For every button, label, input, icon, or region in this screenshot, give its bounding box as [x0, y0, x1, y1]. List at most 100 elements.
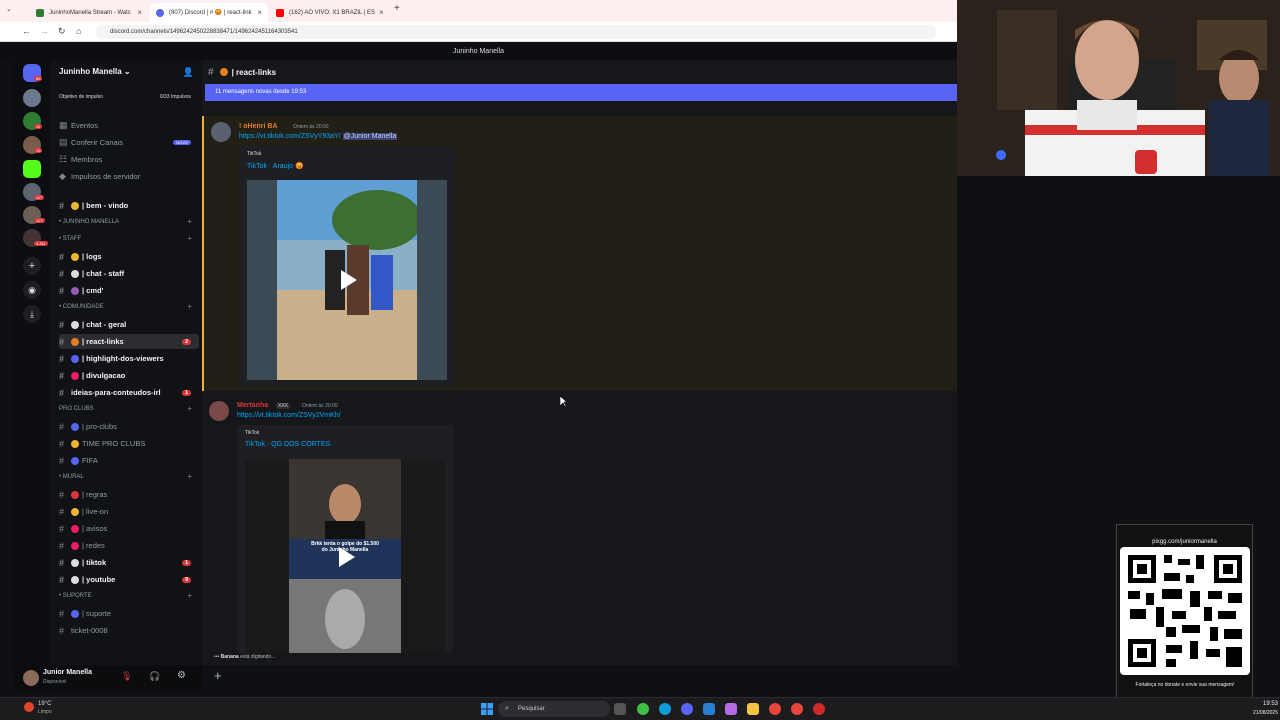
add-server-icon[interactable]: +: [23, 257, 41, 275]
message-author[interactable]: ! oHenri BA: [239, 123, 278, 130]
channel-emoji-icon: [71, 507, 79, 516]
channel-item[interactable]: # | avisos: [59, 521, 199, 536]
create-channel-plus-icon[interactable]: +: [187, 591, 192, 600]
avatar[interactable]: [209, 401, 229, 421]
download-icon[interactable]: ⤓: [23, 305, 41, 323]
new-tab-button[interactable]: +: [394, 3, 400, 14]
clock-time[interactable]: 19:53: [1263, 701, 1278, 707]
menu-events[interactable]: ▦ Eventos: [59, 118, 199, 133]
file-explorer-icon[interactable]: [747, 703, 759, 715]
kick-server-icon[interactable]: [23, 160, 41, 178]
settings-gear-icon[interactable]: ⚙: [177, 670, 186, 681]
back-icon[interactable]: ←: [22, 26, 31, 36]
whatsapp-icon[interactable]: [637, 703, 649, 715]
channel-item[interactable]: # | divulgacao: [59, 368, 199, 383]
channel-category[interactable]: • MURAL: [59, 474, 84, 480]
avatar[interactable]: [23, 670, 39, 686]
taskbar-search[interactable]: ⌕ Pesquisar: [498, 701, 610, 717]
weather-icon[interactable]: [24, 702, 34, 712]
app-icon[interactable]: [813, 703, 825, 715]
channel-category[interactable]: • STAFF: [59, 236, 81, 242]
avatar[interactable]: [211, 122, 231, 142]
tab-search-icon[interactable]: ⌄: [6, 5, 12, 13]
embed-title[interactable]: TikTok · QG DOS CORTES: [245, 441, 330, 448]
discord-icon[interactable]: [681, 703, 693, 715]
channel-item[interactable]: # | pro-clubs: [59, 419, 199, 434]
channel-category[interactable]: • SUPORTE: [59, 593, 92, 599]
close-icon[interactable]: ×: [253, 8, 262, 17]
start-windows-icon[interactable]: [481, 702, 493, 715]
attach-plus-icon[interactable]: +: [214, 668, 222, 683]
close-icon[interactable]: ×: [375, 8, 384, 17]
close-icon[interactable]: ×: [133, 8, 142, 17]
create-channel-plus-icon[interactable]: +: [187, 472, 192, 481]
channel-category[interactable]: Pro clubs: [59, 406, 94, 412]
boost-goal[interactable]: Objetivo de impulso 0/33 Impulsos: [59, 94, 191, 100]
channel-category[interactable]: • JUNINHO MANELLA: [59, 219, 119, 225]
mic-muted-icon[interactable]: 🎙: [121, 671, 132, 682]
channel-item[interactable]: # | highlight-dos-viewers: [59, 351, 199, 366]
video-thumbnail[interactable]: Brkk tenta o golpe do $1.500 do Juninho …: [245, 459, 445, 653]
edge-icon[interactable]: [659, 703, 671, 715]
menu-server-boosts[interactable]: ◆ Impulsos de servidor: [59, 169, 199, 184]
channel-item[interactable]: # | chat - geral: [59, 317, 199, 332]
channel-item[interactable]: # | suporte: [59, 606, 199, 621]
invite-people-icon[interactable]: 👤: [183, 67, 194, 78]
clock-date: 21/08/2025: [1252, 710, 1278, 716]
channel-item[interactable]: # | bem - vindo: [59, 198, 199, 213]
browser-tab-3[interactable]: (162) AO VIVO: X1 BRAZIL | ES ×: [270, 3, 388, 22]
channel-item[interactable]: # | live-on: [59, 504, 199, 519]
headphones-icon[interactable]: 🎧: [149, 671, 160, 682]
menu-browse-channels[interactable]: ▤ Conferir Canais NOVO: [59, 135, 199, 150]
channel-item[interactable]: # | chat - staff: [59, 266, 199, 281]
channel-item[interactable]: # ticket-0008: [59, 623, 199, 638]
link-embed: TikTok TikTok · QG DOS CORTES Brkk tenta…: [237, 425, 453, 653]
server-icon[interactable]: [23, 89, 41, 107]
weather-description: Limpo: [38, 709, 52, 715]
tiktok-link[interactable]: https://vt.tiktok.com/ZSVy2VmKh/: [237, 412, 341, 419]
channel-item[interactable]: # ideias-para-conteudos-irl 1: [59, 385, 199, 400]
reload-icon[interactable]: ↻: [58, 26, 66, 37]
channel-category[interactable]: • COMUNIDADE: [59, 304, 104, 310]
browser-tab-bar: ⌄ JuninhoManella Stream - Watc × (807) D…: [0, 0, 957, 22]
create-channel-plus-icon[interactable]: +: [187, 404, 192, 413]
store-icon[interactable]: [703, 703, 715, 715]
chrome-icon[interactable]: [769, 703, 781, 715]
message-author[interactable]: Mertanha: [237, 402, 268, 409]
tiktok-link[interactable]: https://vt.tiktok.com/ZSVyY93aY/: [239, 133, 341, 140]
menu-members[interactable]: ☷ Membros: [59, 152, 199, 167]
channel-item[interactable]: # | react-links 2: [59, 334, 199, 349]
channel-item[interactable]: # TIME PRO CLUBS: [59, 436, 199, 451]
channel-item[interactable]: # | youtube 9: [59, 572, 199, 587]
app-icon[interactable]: [725, 703, 737, 715]
channel-item[interactable]: # | regras: [59, 487, 199, 502]
user-status: Disponível: [43, 679, 67, 685]
channel-label: TIME PRO CLUBS: [82, 439, 146, 448]
weather-temperature[interactable]: 19°C: [38, 701, 51, 707]
play-icon[interactable]: [331, 543, 359, 571]
new-messages-bar[interactable]: 11 mensagens novas desde 19:53: [205, 84, 957, 101]
create-channel-plus-icon[interactable]: +: [187, 302, 192, 311]
embed-title[interactable]: TikTok · Araujo 😡: [247, 162, 304, 170]
channel-item[interactable]: # | logs: [59, 249, 199, 264]
task-view-icon[interactable]: [614, 703, 626, 715]
channel-label: ticket-0008: [71, 626, 108, 635]
browser-tab-2[interactable]: (807) Discord | # 😡 | react-link ×: [150, 3, 268, 22]
play-icon[interactable]: [333, 266, 361, 294]
channel-item[interactable]: # | tiktok 1: [59, 555, 199, 570]
forward-icon[interactable]: →: [40, 26, 49, 36]
channel-item[interactable]: # | redes: [59, 538, 199, 553]
channel-item[interactable]: # FIFA: [59, 453, 199, 468]
unread-badge: 117: [34, 195, 45, 200]
home-icon[interactable]: ⌂: [76, 26, 81, 36]
create-channel-plus-icon[interactable]: +: [187, 217, 192, 226]
user-mention[interactable]: @Junior Manella: [342, 133, 398, 140]
discover-icon[interactable]: ◉: [23, 281, 41, 299]
server-name-button[interactable]: Juninho Manella ⌄: [59, 67, 131, 76]
browser-tab-1[interactable]: JuninhoManella Stream - Watc ×: [30, 3, 148, 22]
channel-item[interactable]: # | cmd': [59, 283, 199, 298]
url-field[interactable]: discord.com/channels/1496242450228838471…: [96, 25, 936, 39]
chrome-active-icon[interactable]: [791, 703, 803, 715]
create-channel-plus-icon[interactable]: +: [187, 234, 192, 243]
video-thumbnail[interactable]: [247, 180, 447, 380]
